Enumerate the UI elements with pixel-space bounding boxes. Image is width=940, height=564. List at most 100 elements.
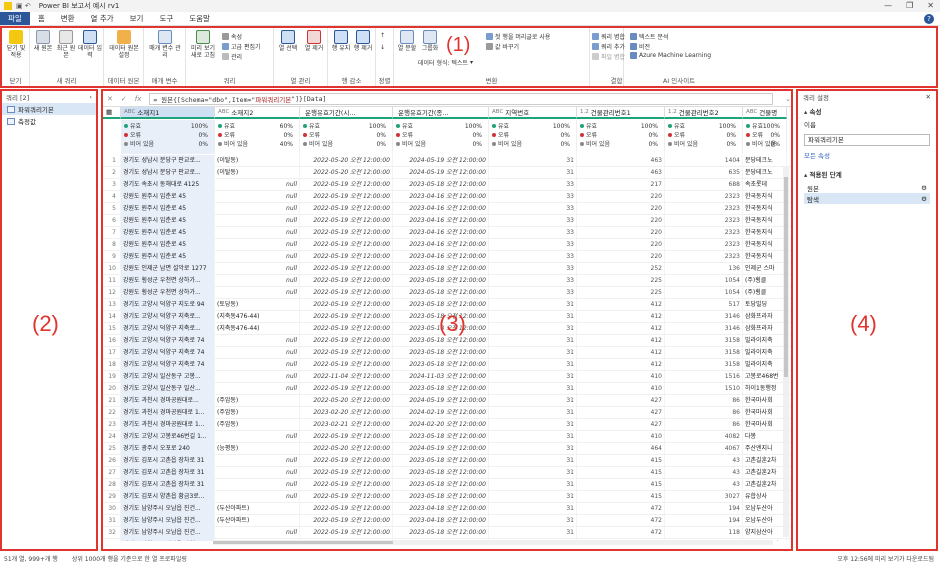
table-cell[interactable]: 한국동지식: [743, 215, 787, 227]
table-cell[interactable]: 빌라이지축: [743, 335, 787, 347]
table-cell[interactable]: 412: [577, 323, 665, 335]
table-cell[interactable]: 427: [577, 419, 665, 431]
table-cell[interactable]: 2023-05-18 오전 12:00:00: [393, 455, 489, 467]
table-cell[interactable]: 2023-05-18 오전 12:00:00: [393, 263, 489, 275]
query-item[interactable]: 파워쿼리기본: [2, 103, 96, 115]
table-cell[interactable]: 1054: [665, 275, 743, 287]
table-cell[interactable]: 경기도 남양주시 오남읍 진건...: [121, 515, 215, 527]
table-cell[interactable]: null: [215, 287, 300, 299]
maximize-icon[interactable]: ❐: [906, 1, 913, 10]
table-cell[interactable]: 2022-05-19 오전 12:00:00: [300, 455, 393, 467]
minimize-icon[interactable]: —: [884, 1, 892, 10]
tab-home[interactable]: 홈: [30, 12, 53, 25]
table-cell[interactable]: 2022-05-20 오전 12:00:00: [300, 443, 393, 455]
table-cell[interactable]: 2022-05-19 오전 12:00:00: [300, 215, 393, 227]
table-cell[interactable]: 220: [577, 191, 665, 203]
save-icon[interactable]: ▣ ↶: [16, 2, 31, 10]
column-header[interactable]: 운행유효기간(시...: [300, 107, 393, 119]
table-cell[interactable]: 472: [577, 515, 665, 527]
table-cell[interactable]: 31: [489, 335, 577, 347]
replace-values-button[interactable]: 값 바꾸기: [486, 42, 519, 51]
applied-step[interactable]: 원본 ⚙: [804, 182, 930, 193]
table-cell[interactable]: 31: [489, 299, 577, 311]
table-cell[interactable]: 2023-05-18 오전 12:00:00: [393, 299, 489, 311]
column-header[interactable]: 운행유효기간(종...: [393, 107, 489, 119]
collapse-icon[interactable]: ‹: [89, 93, 92, 101]
refresh-preview-button[interactable]: 미리 보기 새로 고침: [188, 30, 218, 59]
table-cell[interactable]: 분당테크노: [743, 155, 787, 167]
table-row[interactable]: 22 경기도 과천시 경마공원대로 1... (주암동) 2023-02-20 오전 …: [103, 407, 791, 419]
table-row[interactable]: 13 경기도 고양시 덕양구 지도로 94 (토당동) 2022-05-19 오전 1…: [103, 299, 791, 311]
table-cell[interactable]: 경기도 고양시 덕양구 지축로 74: [121, 335, 215, 347]
table-cell[interactable]: 412: [577, 359, 665, 371]
table-cell[interactable]: 2024-11-03 오전 12:00:00: [393, 371, 489, 383]
table-cell[interactable]: 고촌길훈2차: [743, 479, 787, 491]
table-cell[interactable]: 3027: [665, 491, 743, 503]
tab-file[interactable]: 파일: [0, 12, 30, 25]
sort-descending-button[interactable]: ↓: [380, 44, 385, 51]
table-cell[interactable]: 2023-05-18 오전 12:00:00: [393, 479, 489, 491]
tab-tools[interactable]: 도구: [151, 12, 181, 25]
table-cell[interactable]: 경기도 김포시 고촌읍 장차로 31: [121, 479, 215, 491]
table-cell[interactable]: 220: [577, 227, 665, 239]
table-cell[interactable]: 경기도 과천시 경마공원대로 1...: [121, 407, 215, 419]
table-cell[interactable]: 2023-05-18 오전 12:00:00: [393, 275, 489, 287]
table-cell[interactable]: 2023-04-18 오전 12:00:00: [393, 503, 489, 515]
tab-add-column[interactable]: 열 추가: [83, 12, 122, 25]
table-cell[interactable]: 225: [577, 287, 665, 299]
table-cell[interactable]: 410: [577, 383, 665, 395]
table-cell[interactable]: 주산엔지니: [743, 443, 787, 455]
table-cell[interactable]: 경기도 남양주시 오남읍 진건...: [121, 503, 215, 515]
table-cell[interactable]: 빌라이지축: [743, 347, 787, 359]
table-menu-icon[interactable]: ▦: [103, 107, 121, 119]
table-cell[interactable]: 2024-02-19 오전 12:00:00: [393, 407, 489, 419]
table-cell[interactable]: 412: [577, 299, 665, 311]
table-cell[interactable]: 31: [489, 347, 577, 359]
table-cell[interactable]: 2023-05-18 오전 12:00:00: [393, 527, 489, 539]
table-cell[interactable]: 2323: [665, 251, 743, 263]
table-cell[interactable]: 33: [489, 275, 577, 287]
column-type-icon[interactable]: ABC: [492, 109, 503, 115]
table-cell[interactable]: 427: [577, 407, 665, 419]
column-type-icon[interactable]: 1.2: [668, 109, 677, 115]
table-cell[interactable]: 33: [489, 215, 577, 227]
table-cell[interactable]: null: [215, 431, 300, 443]
table-cell[interactable]: 31: [489, 371, 577, 383]
column-header[interactable]: ABC 건물명: [743, 107, 787, 119]
table-row[interactable]: 7 강원도 원주시 입춘로 45 null 2022-05-19 오전 12:00:0…: [103, 227, 791, 239]
table-cell[interactable]: (지축동476-44): [215, 323, 300, 335]
table-cell[interactable]: null: [215, 527, 300, 539]
sort-ascending-button[interactable]: ↑: [380, 32, 385, 39]
table-cell[interactable]: 412: [577, 311, 665, 323]
table-cell[interactable]: 강원도 횡성군 우천면 상하가...: [121, 287, 215, 299]
table-cell[interactable]: 412: [577, 335, 665, 347]
table-cell[interactable]: 한국동지식: [743, 191, 787, 203]
table-cell[interactable]: null: [215, 455, 300, 467]
manage-parameters-button[interactable]: 매개 변수 관리: [148, 30, 182, 59]
table-cell[interactable]: 252: [577, 263, 665, 275]
table-cell[interactable]: (토당동): [215, 299, 300, 311]
table-cell[interactable]: 2022-05-19 오전 12:00:00: [300, 347, 393, 359]
merge-queries-button[interactable]: 쿼리 병합: [592, 32, 625, 41]
table-cell[interactable]: 경기도 김포시 고촌읍 장차로 31: [121, 455, 215, 467]
table-cell[interactable]: 415: [577, 455, 665, 467]
table-cell[interactable]: 463: [577, 167, 665, 179]
table-row[interactable]: 20 경기도 고양시 일산동구 일산... null 2022-05-19 오전 12…: [103, 383, 791, 395]
table-cell[interactable]: 2023-05-18 오전 12:00:00: [393, 431, 489, 443]
table-cell[interactable]: 한국동지식: [743, 239, 787, 251]
table-cell[interactable]: null: [215, 179, 300, 191]
table-row[interactable]: 19 경기도 고양시 일산동구 고봉... null 2022-11-04 오전 12…: [103, 371, 791, 383]
table-cell[interactable]: 2022-05-19 오전 12:00:00: [300, 239, 393, 251]
table-cell[interactable]: 220: [577, 239, 665, 251]
table-cell[interactable]: 다봉: [743, 431, 787, 443]
table-cell[interactable]: 31: [489, 311, 577, 323]
table-cell[interactable]: 410: [577, 371, 665, 383]
table-cell[interactable]: 31: [489, 527, 577, 539]
column-type-icon[interactable]: 1.2: [580, 109, 589, 115]
table-cell[interactable]: 43: [665, 479, 743, 491]
table-cell[interactable]: 오남두산아: [743, 503, 787, 515]
table-row[interactable]: 1 경기도 성남시 분당구 판교로... (이탈동) 2022-05-20 오전 12…: [103, 155, 791, 167]
table-cell[interactable]: 635: [665, 167, 743, 179]
table-cell[interactable]: 한국마사회: [743, 407, 787, 419]
table-cell[interactable]: 2022-05-19 오전 12:00:00: [300, 263, 393, 275]
